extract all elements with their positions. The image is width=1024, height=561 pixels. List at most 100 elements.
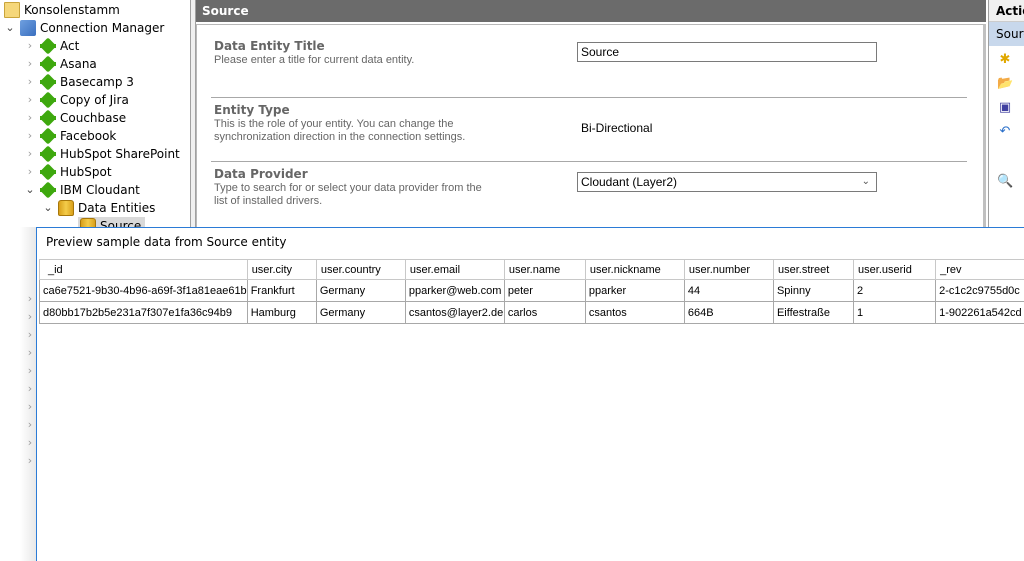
cell-city[interactable]: Frankfurt xyxy=(247,280,316,302)
tree-item-label: HubSpot SharePoint xyxy=(60,145,180,163)
entity-type-description-1: This is the role of your entity. You can… xyxy=(214,118,454,131)
cell-id[interactable]: d80bb17b2b5e231a7f307e1fa36c94b9 xyxy=(40,302,248,324)
column-header[interactable]: user.number xyxy=(684,260,773,280)
chevron-right-icon[interactable]: › xyxy=(24,109,36,127)
cell-street[interactable]: Spinny xyxy=(773,280,853,302)
plug-icon xyxy=(40,74,56,90)
data-entity-title-input[interactable]: Source xyxy=(577,42,877,62)
chevron-right-icon[interactable]: › xyxy=(24,145,36,163)
cell-country[interactable]: Germany xyxy=(316,302,405,324)
preview-data-grid: _id user.city user.country user.email us… xyxy=(39,259,1024,324)
plug-icon xyxy=(40,146,56,162)
folder-icon xyxy=(4,2,20,18)
cell-rev[interactable]: 1-902261a542cd xyxy=(936,302,1024,324)
tree-item-label: Copy of Jira xyxy=(60,91,129,109)
column-header[interactable]: _rev xyxy=(936,260,1024,280)
open-folder-icon[interactable]: 📂 xyxy=(997,76,1013,92)
plug-icon xyxy=(40,38,56,54)
column-header[interactable]: user.userid xyxy=(854,260,936,280)
chevron-right-icon[interactable]: › xyxy=(24,416,36,434)
column-header[interactable]: user.city xyxy=(247,260,316,280)
cell-id[interactable]: ca6e7521-9b30-4b96-a69f-3f1a81eae61b xyxy=(40,280,248,302)
cell-email[interactable]: csantos@layer2.de xyxy=(405,302,504,324)
chevron-right-icon[interactable]: › xyxy=(24,91,36,109)
chevron-right-icon[interactable]: › xyxy=(24,55,36,73)
cell-email[interactable]: pparker@web.com xyxy=(405,280,504,302)
chevron-right-icon[interactable]: › xyxy=(24,326,36,344)
cell-name[interactable]: carlos xyxy=(504,302,585,324)
chevron-right-icon[interactable]: › xyxy=(24,452,36,470)
data-entity-title-label: Data Entity Title xyxy=(214,39,325,53)
cell-userid[interactable]: 2 xyxy=(854,280,936,302)
tree-item-connection[interactable]: › Facebook xyxy=(24,127,116,145)
chevron-right-icon[interactable]: › xyxy=(24,434,36,452)
actions-header: Actions xyxy=(989,0,1024,22)
plug-icon xyxy=(40,110,56,126)
chevron-right-icon[interactable]: › xyxy=(24,398,36,416)
chevron-right-icon[interactable]: › xyxy=(24,127,36,145)
tree-item-data-entities[interactable]: ⌄ Data Entities xyxy=(42,199,155,217)
new-item-icon[interactable]: ✱ xyxy=(997,52,1013,68)
chevron-down-icon[interactable]: ⌄ xyxy=(862,173,870,191)
tree-item-root[interactable]: Konsolenstamm xyxy=(4,1,120,19)
divider xyxy=(211,161,967,162)
tree-item-connection-manager[interactable]: ⌄ Connection Manager xyxy=(4,19,164,37)
chevron-right-icon[interactable]: › xyxy=(24,380,36,398)
plug-icon xyxy=(40,92,56,108)
column-header[interactable]: user.country xyxy=(316,260,405,280)
column-header[interactable]: _id xyxy=(40,260,248,280)
tree-item-label: Data Entities xyxy=(78,199,155,217)
tree-item-connection[interactable]: › Couchbase xyxy=(24,109,126,127)
table-row[interactable]: ca6e7521-9b30-4b96-a69f-3f1a81eae61b Fra… xyxy=(40,280,1024,302)
plug-icon xyxy=(40,128,56,144)
cell-city[interactable]: Hamburg xyxy=(247,302,316,324)
table-row[interactable]: d80bb17b2b5e231a7f307e1fa36c94b9 Hamburg… xyxy=(40,302,1024,324)
chevron-down-icon[interactable]: ⌄ xyxy=(42,199,54,217)
cell-number[interactable]: 44 xyxy=(684,280,773,302)
preview-icon[interactable]: 🔍 xyxy=(997,174,1013,190)
chevron-right-icon[interactable]: › xyxy=(24,163,36,181)
column-header[interactable]: user.name xyxy=(504,260,585,280)
tree-item-label: Facebook xyxy=(60,127,116,145)
chevron-down-icon[interactable]: ⌄ xyxy=(4,19,16,37)
undo-icon[interactable]: ↶ xyxy=(997,124,1013,140)
chevron-right-icon[interactable]: › xyxy=(24,73,36,91)
column-header[interactable]: user.email xyxy=(405,260,504,280)
plug-icon xyxy=(40,182,56,198)
tree-item-label: IBM Cloudant xyxy=(60,181,140,199)
cell-nickname[interactable]: csantos xyxy=(585,302,684,324)
divider xyxy=(211,97,967,98)
tree-item-label: HubSpot xyxy=(60,163,112,181)
tree-item-connection-ibm-cloudant[interactable]: ⌄ IBM Cloudant xyxy=(24,181,140,199)
cell-name[interactable]: peter xyxy=(504,280,585,302)
actions-selected-item[interactable]: Source xyxy=(989,22,1024,46)
entity-type-value: Bi-Directional xyxy=(581,121,652,135)
tree-item-connection[interactable]: › Copy of Jira xyxy=(24,91,129,109)
data-provider-description-1: Type to search for or select your data p… xyxy=(214,182,482,195)
chevron-down-icon[interactable]: ⌄ xyxy=(24,181,36,199)
hidden-tree-chevrons: › › › › › › › › › › xyxy=(24,290,36,470)
panel-header: Source xyxy=(196,0,986,22)
tree-item-connection[interactable]: › Basecamp 3 xyxy=(24,73,134,91)
save-icon[interactable]: ▣ xyxy=(997,100,1013,116)
cell-nickname[interactable]: pparker xyxy=(585,280,684,302)
column-header[interactable]: user.nickname xyxy=(585,260,684,280)
tree-item-connection[interactable]: › HubSpot xyxy=(24,163,112,181)
tree-item-connection[interactable]: › Asana xyxy=(24,55,97,73)
chevron-right-icon[interactable]: › xyxy=(24,344,36,362)
data-entities-icon xyxy=(58,200,74,216)
cell-street[interactable]: Eiffestraße xyxy=(773,302,853,324)
data-provider-combobox[interactable]: Cloudant (Layer2) ⌄ xyxy=(577,172,877,192)
column-header[interactable]: user.street xyxy=(773,260,853,280)
chevron-right-icon[interactable]: › xyxy=(24,308,36,326)
tree-item-label: Couchbase xyxy=(60,109,126,127)
cell-number[interactable]: 664B xyxy=(684,302,773,324)
chevron-right-icon[interactable]: › xyxy=(24,362,36,380)
chevron-right-icon[interactable]: › xyxy=(24,37,36,55)
tree-item-connection[interactable]: › HubSpot SharePoint xyxy=(24,145,180,163)
chevron-right-icon[interactable]: › xyxy=(24,290,36,308)
cell-userid[interactable]: 1 xyxy=(854,302,936,324)
tree-item-connection[interactable]: › Act xyxy=(24,37,79,55)
cell-rev[interactable]: 2-c1c2c9755d0c xyxy=(936,280,1024,302)
cell-country[interactable]: Germany xyxy=(316,280,405,302)
